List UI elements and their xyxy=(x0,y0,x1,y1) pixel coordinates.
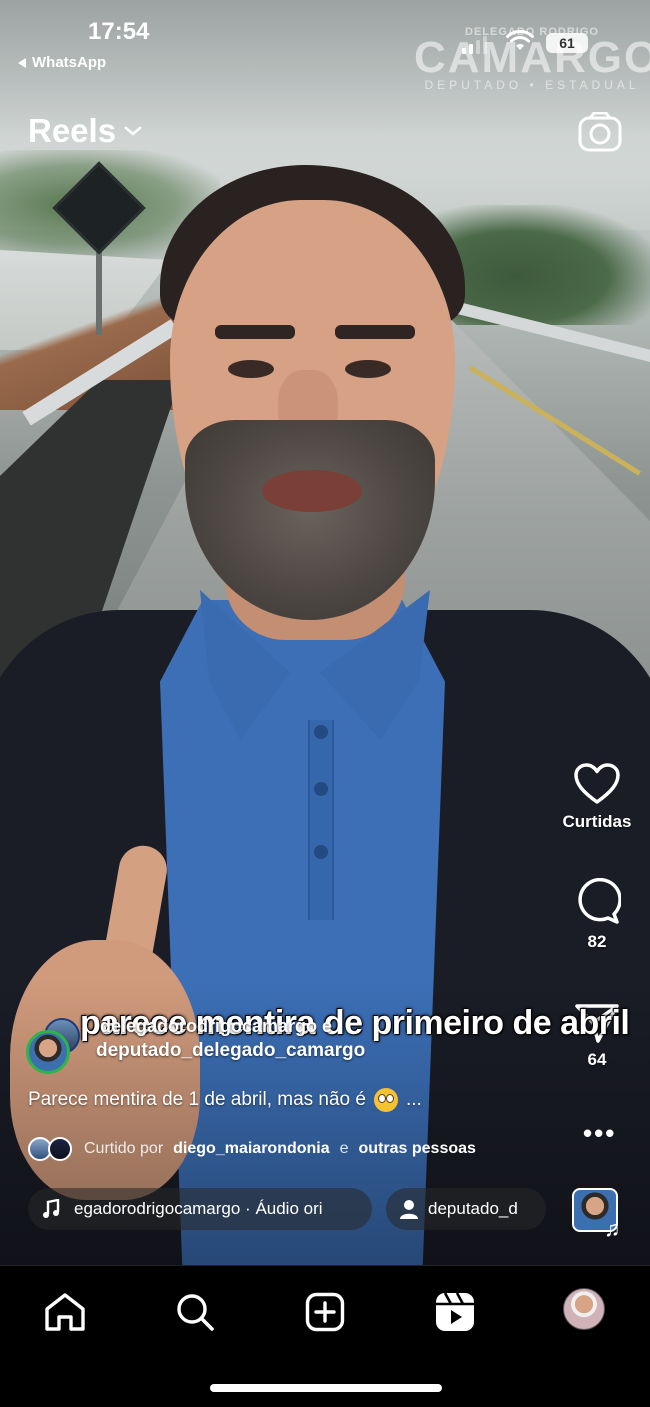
camera-icon[interactable] xyxy=(578,112,622,152)
reels-title-dropdown[interactable]: Reels xyxy=(28,112,142,150)
person-brow-right xyxy=(335,325,415,339)
watermark-sub-text: DEPUTADO • ESTADUAL xyxy=(424,78,640,92)
create-icon xyxy=(305,1292,345,1332)
wifi-icon xyxy=(506,30,534,50)
share-count: 64 xyxy=(587,1050,607,1069)
author-username-primary[interactable]: delegadorodrigocamargo e xyxy=(100,1016,332,1037)
audio-label: egadorodrigocamargo · Áudio ori xyxy=(74,1199,323,1218)
music-note-icon xyxy=(43,1199,60,1218)
music-note-icon: ♫ xyxy=(604,1216,621,1241)
flushed-emoji-icon xyxy=(373,1088,398,1112)
caption-text: Parece mentira de 1 de abril, mas não é xyxy=(28,1089,366,1110)
avatar xyxy=(48,1137,72,1161)
person-icon xyxy=(400,1200,418,1219)
tab-profile-avatar[interactable] xyxy=(563,1288,605,1330)
liked-by-others[interactable]: outras pessoas xyxy=(359,1140,476,1158)
like-button[interactable]: Curtidas xyxy=(556,762,638,832)
tab-search[interactable] xyxy=(173,1290,217,1334)
comment-icon xyxy=(578,878,621,924)
search-icon xyxy=(177,1294,214,1331)
avatar xyxy=(26,1030,70,1074)
liked-by-prefix: Curtido por xyxy=(84,1140,164,1157)
audio-pill[interactable]: egadorodrigocamargo · Áudio ori xyxy=(28,1188,372,1230)
person-eye-right xyxy=(345,360,391,378)
tagged-people-label: deputado_d xyxy=(428,1199,518,1218)
author-username-collab[interactable]: deputado_delegado_camargo xyxy=(96,1040,365,1062)
post-author-row[interactable]: delegadorodrigocamargo e deputado_delega… xyxy=(26,1016,546,1074)
shirt-button xyxy=(314,725,328,739)
home-icon xyxy=(45,1293,85,1331)
author-avatars[interactable] xyxy=(26,1018,80,1074)
comment-count: 82 xyxy=(587,932,607,951)
heart-icon xyxy=(574,763,620,804)
tab-create[interactable] xyxy=(303,1290,347,1334)
chevron-down-icon xyxy=(124,126,142,136)
tagged-people-pill[interactable]: deputado_d xyxy=(386,1188,546,1230)
person-mouth xyxy=(262,470,362,512)
back-app-label: WhatsApp xyxy=(32,54,107,71)
liked-avatars xyxy=(28,1137,74,1161)
caption-more[interactable]: ... xyxy=(406,1089,422,1111)
liked-by-user[interactable]: diego_maiarondonia xyxy=(173,1140,329,1158)
more-options-button[interactable]: ••• xyxy=(583,1120,616,1146)
tab-home[interactable] xyxy=(43,1290,87,1334)
back-arrow-icon xyxy=(18,57,26,68)
liked-by-mid: e xyxy=(339,1140,349,1157)
back-to-app-link[interactable]: WhatsApp xyxy=(18,54,106,71)
reel-video[interactable]: DELEGADO RODRIGO CAMARGO DEPUTADO • ESTA… xyxy=(0,0,650,1265)
liked-by-row[interactable]: Curtido por diego_maiarondonia e outras … xyxy=(28,1137,476,1161)
like-label: Curtidas xyxy=(562,812,632,831)
person-eye-left xyxy=(228,360,274,378)
battery-indicator: 61 xyxy=(546,33,588,53)
reels-title: Reels xyxy=(28,112,117,149)
status-time: 17:54 xyxy=(88,18,150,45)
reels-icon xyxy=(436,1292,474,1331)
cellular-signal-icon xyxy=(462,36,487,54)
person-placket xyxy=(308,720,334,920)
tab-reels[interactable] xyxy=(433,1290,477,1334)
shirt-button xyxy=(314,782,328,796)
comment-button[interactable]: 82 xyxy=(556,878,638,952)
more-dots-icon: ••• xyxy=(583,1118,617,1148)
home-indicator[interactable] xyxy=(210,1384,442,1392)
post-caption[interactable]: Parece mentira de 1 de abril, mas não é … xyxy=(28,1088,422,1112)
shirt-button xyxy=(314,845,328,859)
person-brow-left xyxy=(215,325,295,339)
